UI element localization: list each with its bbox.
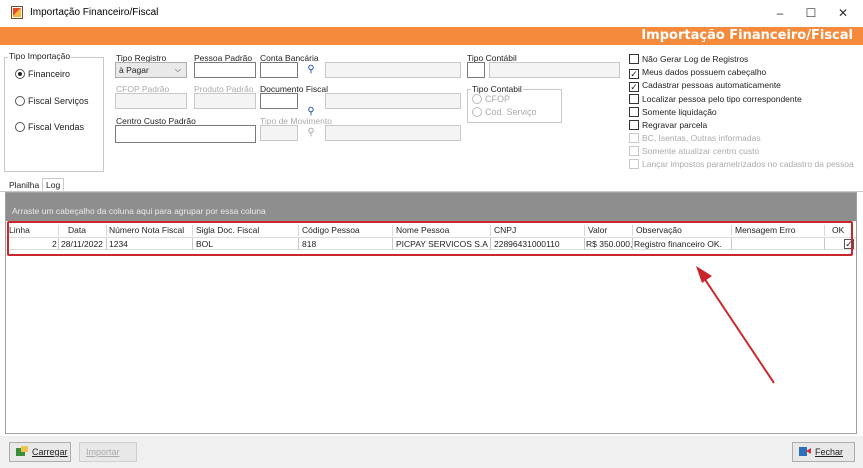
radio-cfop: CFOP bbox=[472, 94, 510, 104]
tipo-movimento-desc-field bbox=[325, 125, 461, 141]
app-icon bbox=[11, 6, 23, 19]
tipo-registro-select[interactable]: à Pagar ⌵ bbox=[115, 62, 187, 78]
checkmark-icon: ✓ bbox=[629, 69, 639, 79]
radio-icon bbox=[15, 122, 25, 132]
checkbox-icon bbox=[629, 54, 639, 64]
header-bar: Importação Financeiro/Fiscal bbox=[0, 27, 863, 45]
chk-atualizar-centro-custo: Somente atualizar centro custo bbox=[629, 146, 759, 156]
radio-financeiro[interactable]: Financeiro bbox=[15, 69, 70, 79]
chk-somente-liquidacao[interactable]: Somente liquidação bbox=[629, 107, 717, 117]
radio-selected-icon bbox=[15, 69, 25, 79]
pessoa-padrao-input[interactable] bbox=[194, 62, 256, 78]
group-by-band[interactable]: Arraste um cabeçalho da coluna aqui para… bbox=[6, 193, 856, 221]
radio-fiscal-vendas[interactable]: Fiscal Vendas bbox=[15, 122, 84, 132]
checkbox-icon bbox=[629, 107, 639, 117]
tab-planilha[interactable]: Planilha bbox=[6, 180, 42, 192]
conta-bancaria-desc-field bbox=[325, 62, 461, 78]
carregar-button[interactable]: Carregar bbox=[9, 442, 71, 462]
documento-fiscal-code-input[interactable] bbox=[260, 93, 298, 109]
binoculars-search-icon[interactable]: ⚲ bbox=[305, 64, 317, 76]
load-icon bbox=[16, 446, 28, 456]
produto-padrao-input bbox=[194, 93, 256, 109]
checkbox-icon bbox=[629, 94, 639, 104]
window-title: Importação Financeiro/Fiscal bbox=[30, 7, 159, 18]
tipo-importacao-label: Tipo Importação bbox=[8, 51, 72, 61]
highlight-annotation-box bbox=[7, 221, 853, 256]
chk-bc-isentas: BC, Isentas, Outras informadas bbox=[629, 133, 761, 143]
tipo-movimento-code-input bbox=[260, 125, 298, 141]
chk-nao-gerar-log[interactable]: Não Gerar Log de Registros bbox=[629, 54, 748, 64]
close-button[interactable]: ✕ bbox=[828, 3, 858, 23]
chk-regravar-parcela[interactable]: Regravar parcela bbox=[629, 120, 707, 130]
checkbox-icon bbox=[629, 146, 639, 156]
conta-bancaria-code-input[interactable] bbox=[260, 62, 298, 78]
importar-button: Importar bbox=[79, 442, 137, 462]
centro-custo-padrao-input[interactable] bbox=[115, 125, 256, 143]
radio-cod-servico: Cod. Serviço bbox=[472, 107, 537, 117]
binoculars-search-icon: ⚲ bbox=[307, 127, 315, 138]
documento-fiscal-desc-field bbox=[325, 93, 461, 109]
tab-log[interactable]: Log bbox=[42, 178, 65, 191]
chk-lancar-impostos: Lançar impostos parametrizados no cadast… bbox=[629, 159, 854, 169]
chevron-down-icon: ⌵ bbox=[174, 65, 181, 74]
radio-fiscal-servicos[interactable]: Fiscal Serviços bbox=[15, 96, 89, 106]
chk-localizar-pessoa[interactable]: Localizar pessoa pelo tipo correspondent… bbox=[629, 94, 802, 104]
radio-icon bbox=[15, 96, 25, 106]
tipo-contabil-desc-field bbox=[489, 62, 620, 78]
checkbox-icon bbox=[629, 133, 639, 143]
radio-icon bbox=[472, 107, 482, 117]
exit-door-icon bbox=[799, 447, 811, 456]
maximize-button[interactable]: ☐ bbox=[796, 3, 826, 23]
tipo-contabil-group-label: Tipo Contabil bbox=[471, 84, 523, 94]
cfop-padrao-input bbox=[115, 93, 187, 109]
tipo-contabil-code-input[interactable] bbox=[467, 62, 485, 78]
minimize-button[interactable]: – bbox=[765, 3, 795, 23]
checkbox-icon bbox=[629, 120, 639, 130]
page-title: Importação Financeiro/Fiscal bbox=[641, 28, 853, 43]
chk-cadastrar-pessoas[interactable]: ✓ Cadastrar pessoas automaticamente bbox=[629, 80, 781, 92]
chk-dados-cabecalho[interactable]: ✓ Meus dados possuem cabeçalho bbox=[629, 67, 766, 79]
title-bar: Importação Financeiro/Fiscal – ☐ ✕ bbox=[0, 0, 863, 27]
radio-icon bbox=[472, 94, 482, 104]
checkmark-icon: ✓ bbox=[629, 82, 639, 92]
fechar-button[interactable]: Fechar bbox=[792, 442, 855, 462]
checkbox-icon bbox=[629, 159, 639, 169]
